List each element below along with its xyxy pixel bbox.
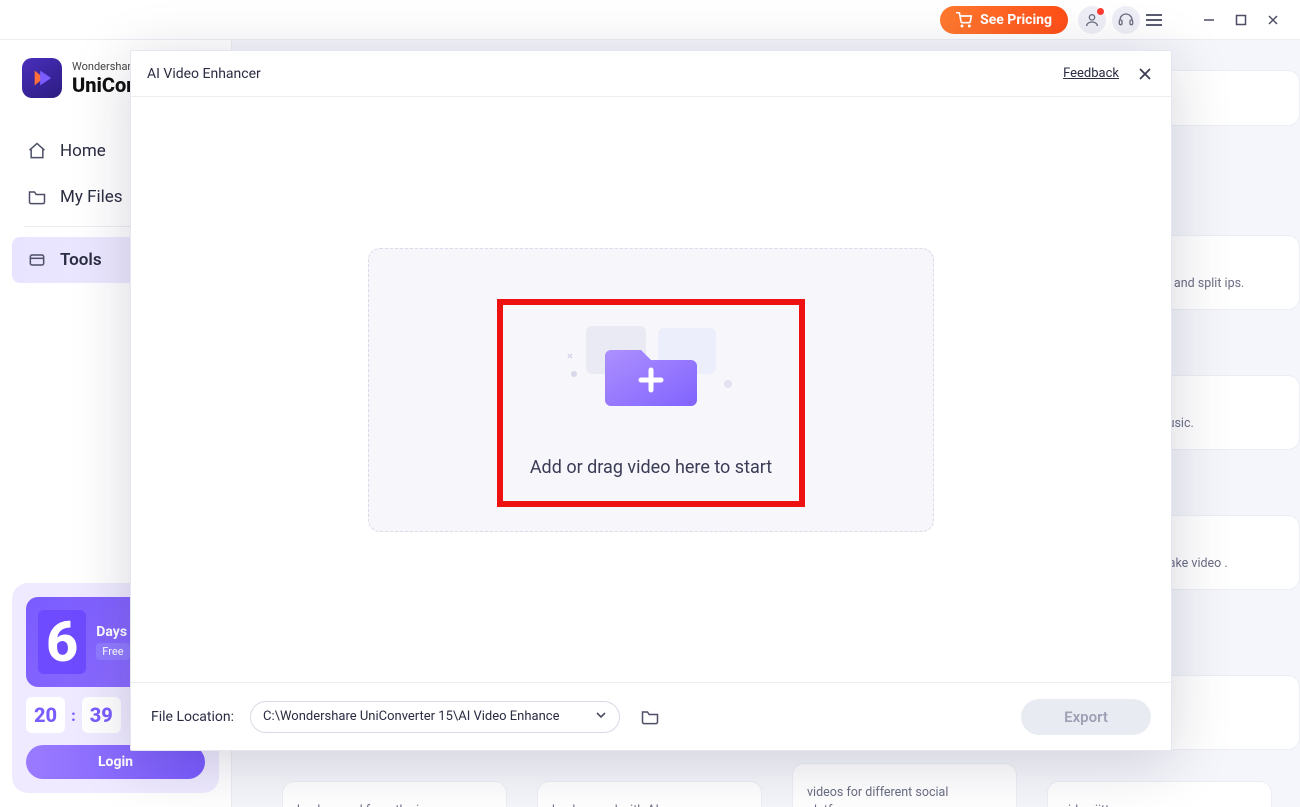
modal-close-button[interactable] [1133,62,1157,86]
modal-footer: File Location: C:\Wondershare UniConvert… [131,682,1171,750]
file-location-value: C:\Wondershare UniConverter 15\AI Video … [263,709,559,724]
countdown-hours: 20 [26,697,65,733]
nav-label: Home [60,141,106,161]
promo-days-word: Days [96,624,129,640]
feedback-link[interactable]: Feedback [1063,66,1119,81]
window-maximize-button[interactable] [1228,7,1254,33]
tool-card[interactable]: background from the image. [282,781,507,807]
ai-video-enhancer-modal: AI Video Enhancer Feedback [130,50,1172,751]
modal-body: Add or drag video here to start [131,97,1171,682]
chevron-down-icon [595,709,607,725]
tools-icon [26,249,48,271]
logo-icon [22,58,62,98]
dropzone-text: Add or drag video here to start [530,457,772,478]
titlebar: See Pricing [0,0,1300,40]
cart-icon [956,12,972,28]
support-icon[interactable] [1112,6,1140,34]
tool-card[interactable]: background with AI. [537,781,762,807]
folder-icon [26,186,48,208]
promo-days-number: 6 [38,610,86,674]
video-dropzone[interactable]: Add or drag video here to start [368,248,934,532]
nav-label: My Files [60,187,123,207]
see-pricing-button[interactable]: See Pricing [940,6,1068,34]
tool-card[interactable]: video jitter. [1047,781,1272,807]
export-button[interactable]: Export [1021,699,1151,735]
dropzone-illustration-icon [551,301,751,431]
home-icon [26,140,48,162]
modal-title: AI Video Enhancer [147,66,261,82]
file-location-select[interactable]: C:\Wondershare UniConverter 15\AI Video … [250,701,620,733]
open-folder-button[interactable] [636,703,664,731]
see-pricing-label: See Pricing [980,12,1052,28]
account-icon[interactable] [1078,6,1106,34]
window-close-button[interactable] [1260,7,1286,33]
modal-header: AI Video Enhancer Feedback [131,51,1171,97]
promo-badge: Free [96,643,129,660]
menu-icon[interactable] [1146,7,1172,33]
file-location-label: File Location: [151,709,234,725]
tool-card[interactable]: videos for different social platforms. [792,763,1017,807]
window-minimize-button[interactable] [1196,7,1222,33]
nav-label: Tools [60,250,102,270]
countdown-minutes: 39 [82,697,121,733]
